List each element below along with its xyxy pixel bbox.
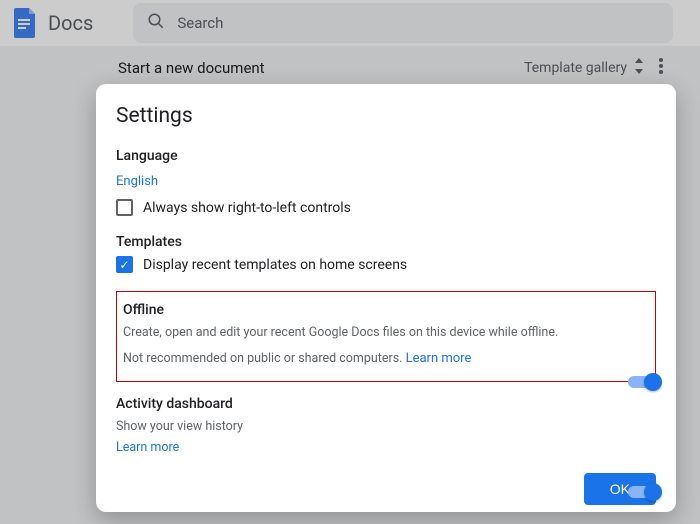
offline-desc2-text: Not recommended on public or shared comp… [123, 351, 406, 366]
rtl-label: Always show right-to-left controls [143, 200, 351, 216]
modal-title: Settings [116, 104, 656, 128]
activity-learn-more-link[interactable]: Learn more [116, 440, 179, 455]
activity-toggle[interactable] [628, 486, 658, 498]
templates-section: Templates ✓ Display recent templates on … [116, 234, 656, 273]
activity-title: Activity dashboard [116, 396, 656, 412]
language-value-link[interactable]: English [116, 174, 158, 189]
toggle-on-icon [628, 376, 658, 388]
offline-toggle[interactable] [628, 376, 658, 388]
checkbox-checked-icon: ✓ [116, 256, 133, 273]
settings-modal: Settings Language English Always show ri… [96, 84, 676, 512]
rtl-checkbox-row[interactable]: Always show right-to-left controls [116, 199, 656, 216]
offline-learn-more-link[interactable]: Learn more [406, 351, 472, 366]
language-title: Language [116, 148, 656, 164]
display-templates-label: Display recent templates on home screens [143, 257, 407, 273]
display-templates-checkbox-row[interactable]: ✓ Display recent templates on home scree… [116, 256, 656, 273]
modal-footer: OK [116, 473, 656, 505]
checkbox-unchecked-icon [116, 199, 133, 216]
language-section: Language English Always show right-to-le… [116, 148, 656, 216]
offline-title: Offline [123, 302, 645, 318]
templates-title: Templates [116, 234, 656, 250]
toggle-on-icon [628, 486, 658, 498]
offline-section-highlight: Offline Create, open and edit your recen… [116, 291, 656, 382]
offline-desc2: Not recommended on public or shared comp… [123, 349, 645, 369]
activity-desc: Show your view history [116, 418, 656, 437]
activity-section: Activity dashboard Show your view histor… [116, 396, 656, 456]
offline-desc1: Create, open and edit your recent Google… [123, 324, 645, 343]
